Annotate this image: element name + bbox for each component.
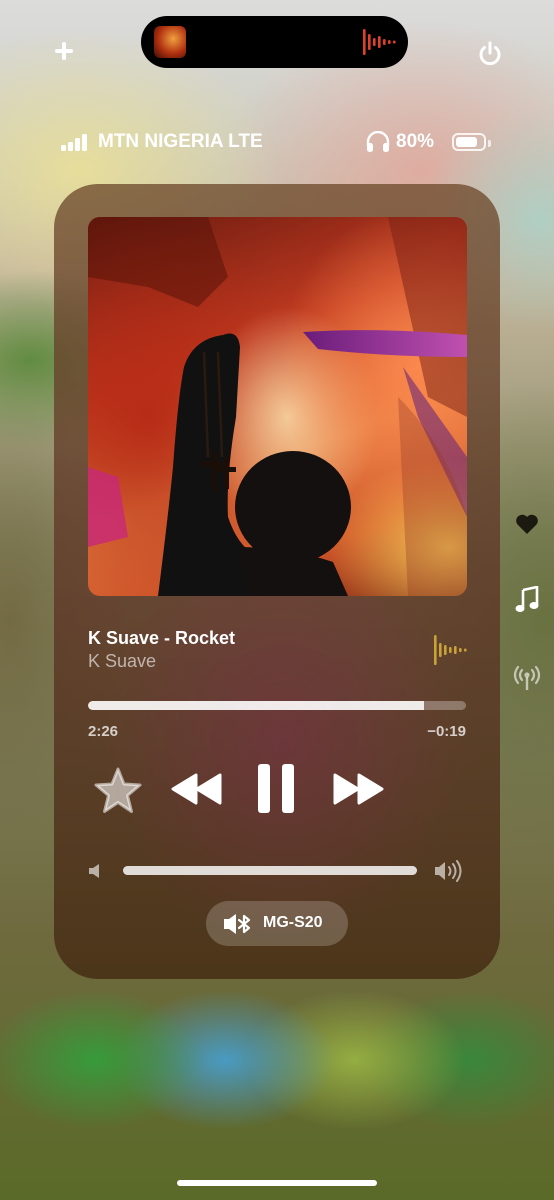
playback-scrubber[interactable] [88, 701, 466, 710]
waveform-icon [434, 635, 467, 665]
volume-level [123, 866, 417, 875]
battery-icon [452, 133, 486, 151]
track-artist: K Suave [88, 651, 157, 671]
album-artwork[interactable] [88, 217, 467, 596]
speaker-bluetooth-icon [224, 914, 251, 934]
volume-slider[interactable] [123, 866, 417, 875]
plus-icon[interactable] [51, 38, 77, 64]
star-icon[interactable] [93, 766, 143, 816]
audio-output-button[interactable]: MG-S20 [206, 901, 348, 946]
playback-progress [88, 701, 425, 710]
album-thumbnail [154, 26, 186, 58]
pause-icon[interactable] [258, 764, 296, 814]
home-indicator[interactable] [177, 1180, 377, 1186]
battery-percent: 80% [396, 131, 435, 152]
backward-icon[interactable] [171, 772, 223, 806]
waveform-icon [363, 29, 396, 55]
heart-icon[interactable] [514, 512, 540, 536]
now-playing-card: K Suave - Rocket K Suave 2:26 −0:19 MG-S… [54, 184, 500, 979]
dynamic-island[interactable] [141, 16, 408, 68]
battery-level [456, 137, 477, 147]
time-elapsed: 2:26 [88, 723, 119, 740]
artwork-silhouette [88, 217, 467, 596]
track-title: K Suave - Rocket [88, 628, 236, 648]
broadcast-icon[interactable] [512, 664, 542, 692]
signal-icon [61, 134, 93, 151]
output-device-label: MG-S20 [263, 914, 323, 931]
power-icon[interactable] [476, 40, 504, 68]
speaker-low-icon [89, 864, 99, 878]
music-note-icon[interactable] [514, 586, 540, 614]
speaker-high-icon [435, 860, 462, 882]
airpods-icon [366, 131, 390, 152]
battery-cap [488, 140, 491, 147]
status-bar: MTN NIGERIA LTE 80% [0, 128, 554, 156]
carrier-label: MTN NIGERIA LTE [98, 131, 263, 152]
time-remaining: −0:19 [427, 723, 466, 740]
forward-icon[interactable] [332, 772, 384, 806]
